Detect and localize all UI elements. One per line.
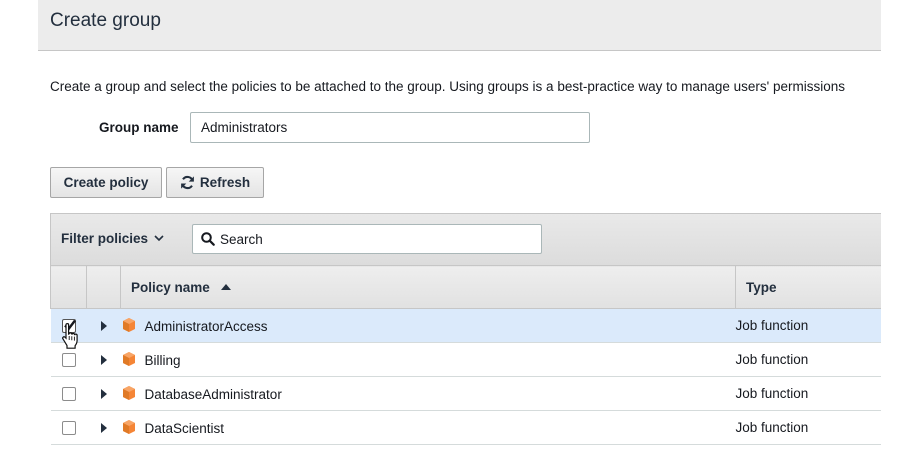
row-expand-cell[interactable] [86, 308, 121, 343]
policy-name-text[interactable]: DatabaseAdministrator [145, 387, 282, 402]
policy-type-cell: Job function [735, 376, 881, 411]
table-row[interactable]: DataScientist Job function [50, 410, 881, 445]
orange-cube-icon [122, 318, 135, 332]
policy-name-column-header[interactable]: Policy name [120, 265, 736, 309]
policy-type-cell: Job function [735, 342, 881, 377]
row-select-cell [50, 410, 87, 445]
policy-name-text[interactable]: Billing [145, 353, 181, 368]
policy-name-header-label: Policy name [131, 279, 210, 295]
policy-name-cell: Billing [120, 342, 736, 377]
refresh-icon [180, 175, 194, 190]
row-expand-cell[interactable] [86, 410, 121, 445]
table-row[interactable]: Billing Job function [50, 342, 881, 377]
policy-name-cell: DatabaseAdministrator [120, 376, 736, 411]
expand-column-header [86, 265, 121, 309]
checkmark-icon [63, 319, 76, 332]
row-checkbox[interactable] [61, 353, 76, 368]
row-select-cell [50, 342, 87, 377]
policies-table: Policy name Type AdministratorAccess Job… [50, 265, 881, 445]
search-box[interactable] [192, 224, 542, 254]
sort-ascending-icon [220, 283, 231, 290]
refresh-label: Refresh [199, 175, 251, 190]
group-name-label: Group name [99, 120, 179, 135]
orange-cube-icon [122, 420, 135, 434]
create-policy-label: Create policy [63, 175, 149, 190]
row-select-cell [50, 308, 87, 343]
row-expand-cell[interactable] [86, 376, 121, 411]
search-input[interactable] [218, 225, 538, 253]
table-row[interactable]: AdministratorAccess Job function [50, 308, 881, 343]
policy-name-cell: AdministratorAccess [120, 308, 736, 343]
table-header-row: Policy name Type [50, 265, 881, 309]
expand-caret-icon[interactable] [100, 321, 107, 332]
policy-name-text[interactable]: AdministratorAccess [145, 319, 268, 334]
policy-type-cell: Job function [735, 308, 881, 343]
filter-policies-label: Filter policies [61, 231, 149, 246]
row-checkbox[interactable] [61, 387, 76, 402]
type-header-label: Type [746, 279, 777, 295]
refresh-button[interactable]: Refresh [166, 167, 264, 198]
group-name-input[interactable] [190, 112, 590, 143]
policy-name-cell: DataScientist [120, 410, 736, 445]
row-checkbox[interactable] [61, 319, 76, 334]
policy-name-text[interactable]: DataScientist [145, 421, 225, 436]
chevron-down-icon [154, 235, 164, 242]
policy-type-cell: Job function [735, 410, 881, 445]
select-column-header [50, 265, 87, 309]
table-row[interactable]: DatabaseAdministrator Job function [50, 376, 881, 411]
search-icon [201, 232, 215, 246]
filter-policies-dropdown[interactable]: Filter policies [61, 231, 164, 246]
expand-caret-icon[interactable] [100, 423, 107, 434]
type-column-header[interactable]: Type [735, 265, 881, 309]
create-policy-button[interactable]: Create policy [50, 167, 162, 198]
row-select-cell [50, 376, 87, 411]
expand-caret-icon[interactable] [100, 355, 107, 366]
expand-caret-icon[interactable] [100, 389, 107, 400]
page-description: Create a group and select the policies t… [50, 79, 846, 94]
row-expand-cell[interactable] [86, 342, 121, 377]
page-title: Create group [50, 10, 161, 31]
orange-cube-icon [122, 386, 135, 400]
orange-cube-icon [122, 352, 135, 366]
filter-bar: Filter policies [50, 213, 881, 266]
row-checkbox[interactable] [61, 421, 76, 436]
page-header: Create group [38, 0, 881, 51]
